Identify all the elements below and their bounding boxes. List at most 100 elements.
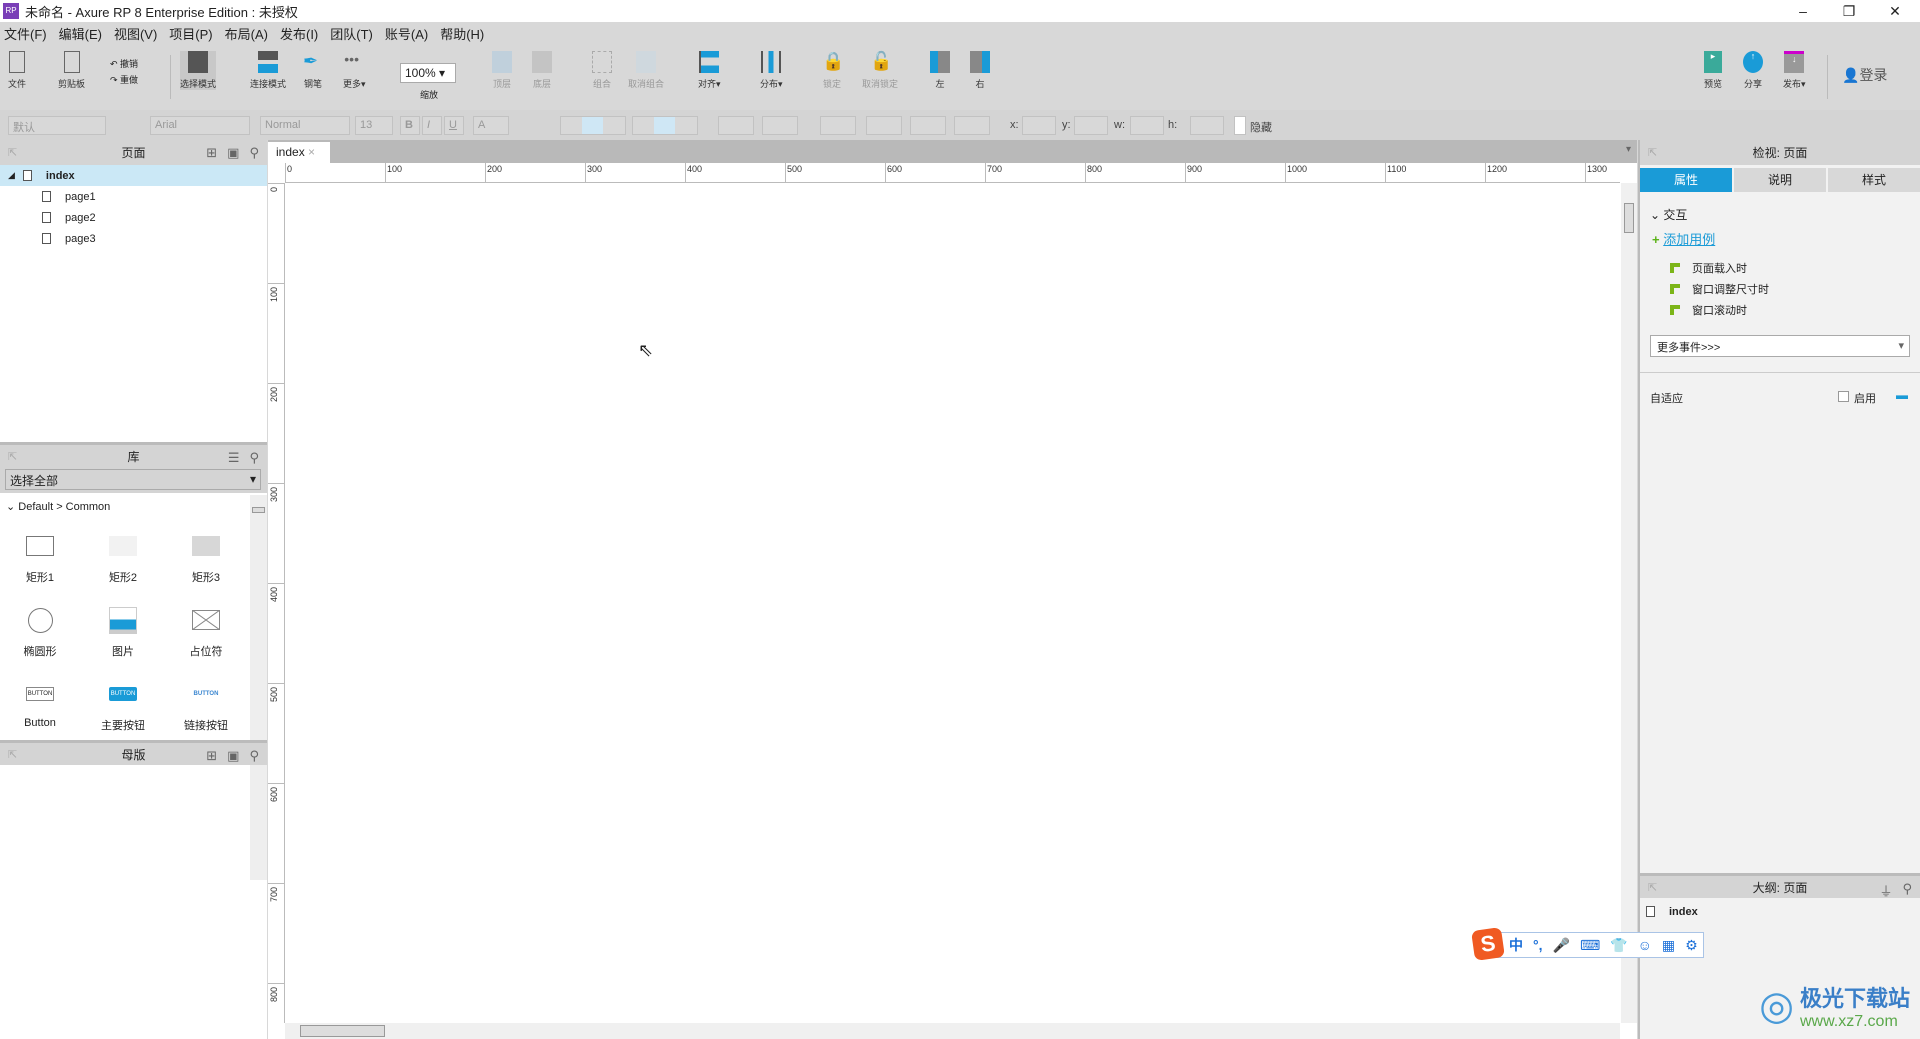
close-button[interactable]: ✕ xyxy=(1872,0,1918,22)
hidden-checkbox[interactable] xyxy=(1234,116,1246,135)
scroll-thumb[interactable] xyxy=(252,507,265,513)
search-icon[interactable]: ⚲ xyxy=(249,450,259,466)
file-button[interactable]: 文件 xyxy=(8,51,26,90)
minimize-button[interactable]: – xyxy=(1780,0,1826,22)
widget-image[interactable]: 图片 xyxy=(88,606,158,659)
style-select[interactable]: 默认 xyxy=(8,116,106,135)
menu-icon[interactable]: ☰ xyxy=(228,450,240,466)
menu-edit[interactable]: 编辑(E) xyxy=(59,24,102,43)
pin-icon[interactable]: ⇱ xyxy=(8,748,17,761)
pen-button[interactable]: ✒ 钢笔 xyxy=(303,51,323,90)
library-group[interactable]: ⌄ Default > Common xyxy=(6,500,110,513)
page-item[interactable]: page1 xyxy=(0,186,267,207)
add-page-icon[interactable]: ⊞ xyxy=(206,145,217,161)
pin-icon[interactable]: ⇱ xyxy=(8,146,17,159)
widget-link-button[interactable]: BUTTON 链接按钮 xyxy=(171,681,241,733)
widget-primary-button[interactable]: BUTTON 主要按钮 xyxy=(88,681,158,733)
widget-ellipse[interactable]: 椭圆形 xyxy=(5,607,75,659)
scroll-thumb[interactable] xyxy=(300,1025,385,1037)
preview-button[interactable]: ▸ 预览 xyxy=(1704,51,1722,90)
widget-rectangle1[interactable]: 矩形1 xyxy=(5,533,75,585)
left-panel-toggle[interactable]: 左 xyxy=(930,51,950,90)
horizontal-scrollbar[interactable] xyxy=(285,1023,1620,1039)
tab-index[interactable]: index × xyxy=(268,142,330,163)
menu-account[interactable]: 账号(A) xyxy=(385,24,428,43)
add-folder-icon[interactable]: ▣ xyxy=(227,748,239,764)
bold-button[interactable]: B xyxy=(400,116,420,135)
font-select[interactable]: Arial xyxy=(150,116,250,135)
connect-mode-button[interactable]: 连接模式 xyxy=(250,51,286,90)
ime-punctuation-icon[interactable]: °, xyxy=(1533,937,1543,953)
pin-icon[interactable]: ⇱ xyxy=(8,450,17,463)
event-page-load[interactable]: 页面载入时 xyxy=(1670,260,1747,276)
enable-checkbox[interactable] xyxy=(1838,391,1849,402)
widget-rectangle3[interactable]: 矩形3 xyxy=(171,533,241,585)
line-style-button[interactable] xyxy=(910,116,946,135)
more-events-select[interactable]: 更多事件>>> ▾ xyxy=(1650,335,1910,357)
arrow-style-button[interactable] xyxy=(954,116,990,135)
share-button[interactable]: ↑ 分享 xyxy=(1743,51,1763,90)
group-button[interactable]: 组合 xyxy=(592,51,612,90)
library-select[interactable]: 选择全部 ▾ xyxy=(5,469,261,490)
send-bottom-button[interactable]: 底层 xyxy=(532,51,552,90)
italic-button[interactable]: I xyxy=(422,116,442,135)
more-button[interactable]: ••• 更多▾ xyxy=(343,51,366,90)
page-item-index[interactable]: ◢ index xyxy=(0,165,267,186)
w-input[interactable] xyxy=(1130,116,1164,135)
outline-item[interactable]: index xyxy=(1640,901,1907,922)
clipboard-button[interactable]: 剪贴板 xyxy=(58,51,85,90)
skin-icon[interactable]: 👕 xyxy=(1610,937,1627,954)
right-panel-toggle[interactable]: 右 xyxy=(970,51,990,90)
widget-button[interactable]: BUTTON Button xyxy=(5,681,75,729)
restore-button[interactable]: ❐ xyxy=(1826,0,1872,22)
text-color-button[interactable]: A xyxy=(473,116,509,135)
horizontal-align-group[interactable] xyxy=(560,116,626,135)
x-input[interactable] xyxy=(1022,116,1056,135)
line-color-button[interactable] xyxy=(820,116,856,135)
align-button[interactable]: 对齐▾ xyxy=(698,51,721,90)
underline-button[interactable]: U xyxy=(444,116,464,135)
event-window-resize[interactable]: 窗口调整尺寸时 xyxy=(1670,281,1769,297)
search-icon[interactable]: ⚲ xyxy=(249,145,259,161)
menu-help[interactable]: 帮助(H) xyxy=(440,24,484,43)
select-mode-button[interactable]: 选择模式 xyxy=(180,51,217,90)
filter-icon[interactable]: ⏚ xyxy=(1879,881,1892,900)
page-item[interactable]: page2 xyxy=(0,207,267,228)
scroll-thumb[interactable] xyxy=(1624,203,1634,233)
menu-team[interactable]: 团队(T) xyxy=(330,24,373,43)
ungroup-button[interactable]: 取消组合 xyxy=(628,51,664,90)
vertical-align-group[interactable] xyxy=(632,116,698,135)
library-scrollbar[interactable] xyxy=(250,495,267,880)
zoom-select[interactable]: 100% ▾ xyxy=(400,63,456,83)
apps-icon[interactable]: ▦ xyxy=(1662,937,1675,954)
tab-style[interactable]: 样式 xyxy=(1828,168,1920,192)
tab-menu-icon[interactable]: ▾ xyxy=(1626,144,1631,155)
close-tab-icon[interactable]: × xyxy=(308,145,315,159)
menu-layout[interactable]: 布局(A) xyxy=(225,24,268,43)
add-case-link[interactable]: + 添加用例 xyxy=(1652,229,1715,248)
event-window-scroll[interactable]: 窗口滚动时 xyxy=(1670,302,1747,318)
adaptive-views-icon[interactable]: ▬ xyxy=(1896,388,1908,402)
line-width-button[interactable] xyxy=(866,116,902,135)
search-icon[interactable]: ⚲ xyxy=(1902,881,1912,900)
bring-top-button[interactable]: 顶层 xyxy=(492,51,512,90)
robot-icon[interactable]: ☺ xyxy=(1638,937,1652,953)
publish-button[interactable]: ↓ 发布▾ xyxy=(1783,51,1806,90)
redo-button[interactable]: ↷ 重做 xyxy=(110,73,138,86)
y-input[interactable] xyxy=(1074,116,1108,135)
pin-icon[interactable]: ⇱ xyxy=(1648,881,1657,894)
lock-button[interactable]: 🔒 锁定 xyxy=(822,51,844,90)
distribute-button[interactable]: 分布▾ xyxy=(760,51,783,90)
h-input[interactable] xyxy=(1190,116,1224,135)
undo-button[interactable]: ↶ 撤销 xyxy=(110,57,138,70)
menu-project[interactable]: 项目(P) xyxy=(169,24,212,43)
ime-chinese-mode[interactable]: 中 xyxy=(1509,935,1523,955)
canvas-area[interactable]: index × ▾ 0 100 200 300 400 500 600 700 800 900 10… xyxy=(268,140,1637,1039)
collapse-icon[interactable]: ◢ xyxy=(8,170,15,181)
font-weight-select[interactable]: Normal xyxy=(260,116,350,135)
tab-notes[interactable]: 说明 xyxy=(1734,168,1826,192)
page-item[interactable]: page3 xyxy=(0,228,267,249)
add-master-icon[interactable]: ⊞ xyxy=(206,748,217,764)
menu-publish[interactable]: 发布(I) xyxy=(280,24,318,43)
menu-view[interactable]: 视图(V) xyxy=(114,24,157,43)
